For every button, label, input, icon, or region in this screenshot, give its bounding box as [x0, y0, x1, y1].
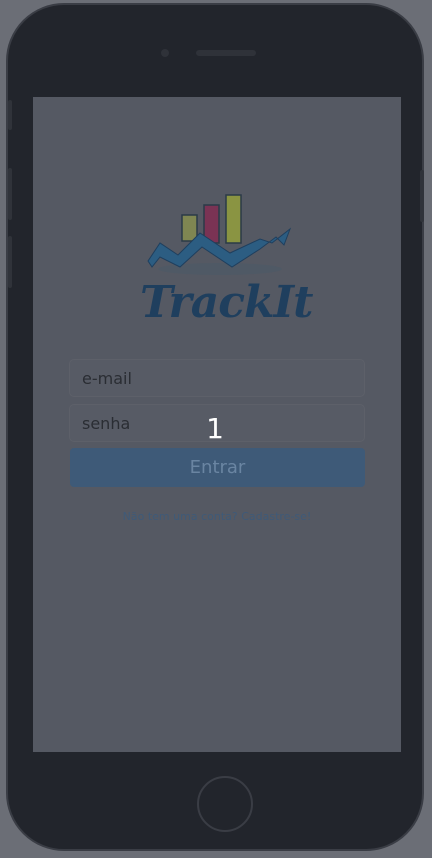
page-background: TrackIt Entrar Não tem uma conta? Cadast… — [0, 0, 432, 858]
signup-link[interactable]: Não tem uma conta? Cadastre-se! — [33, 510, 401, 523]
bar-chart-arrow-icon — [147, 194, 292, 275]
step-number-label: 1 — [206, 412, 224, 445]
mute-switch[interactable] — [8, 100, 12, 130]
trackit-logo: TrackIt — [140, 191, 313, 341]
volume-up-button[interactable] — [8, 168, 12, 220]
login-button[interactable]: Entrar — [70, 448, 365, 487]
email-field[interactable] — [69, 359, 365, 397]
volume-down-button[interactable] — [8, 236, 12, 288]
front-camera — [161, 49, 169, 57]
home-button[interactable] — [197, 776, 253, 832]
power-button[interactable] — [420, 170, 424, 222]
logo-wordmark: TrackIt — [140, 277, 313, 328]
earpiece-speaker — [196, 50, 256, 56]
